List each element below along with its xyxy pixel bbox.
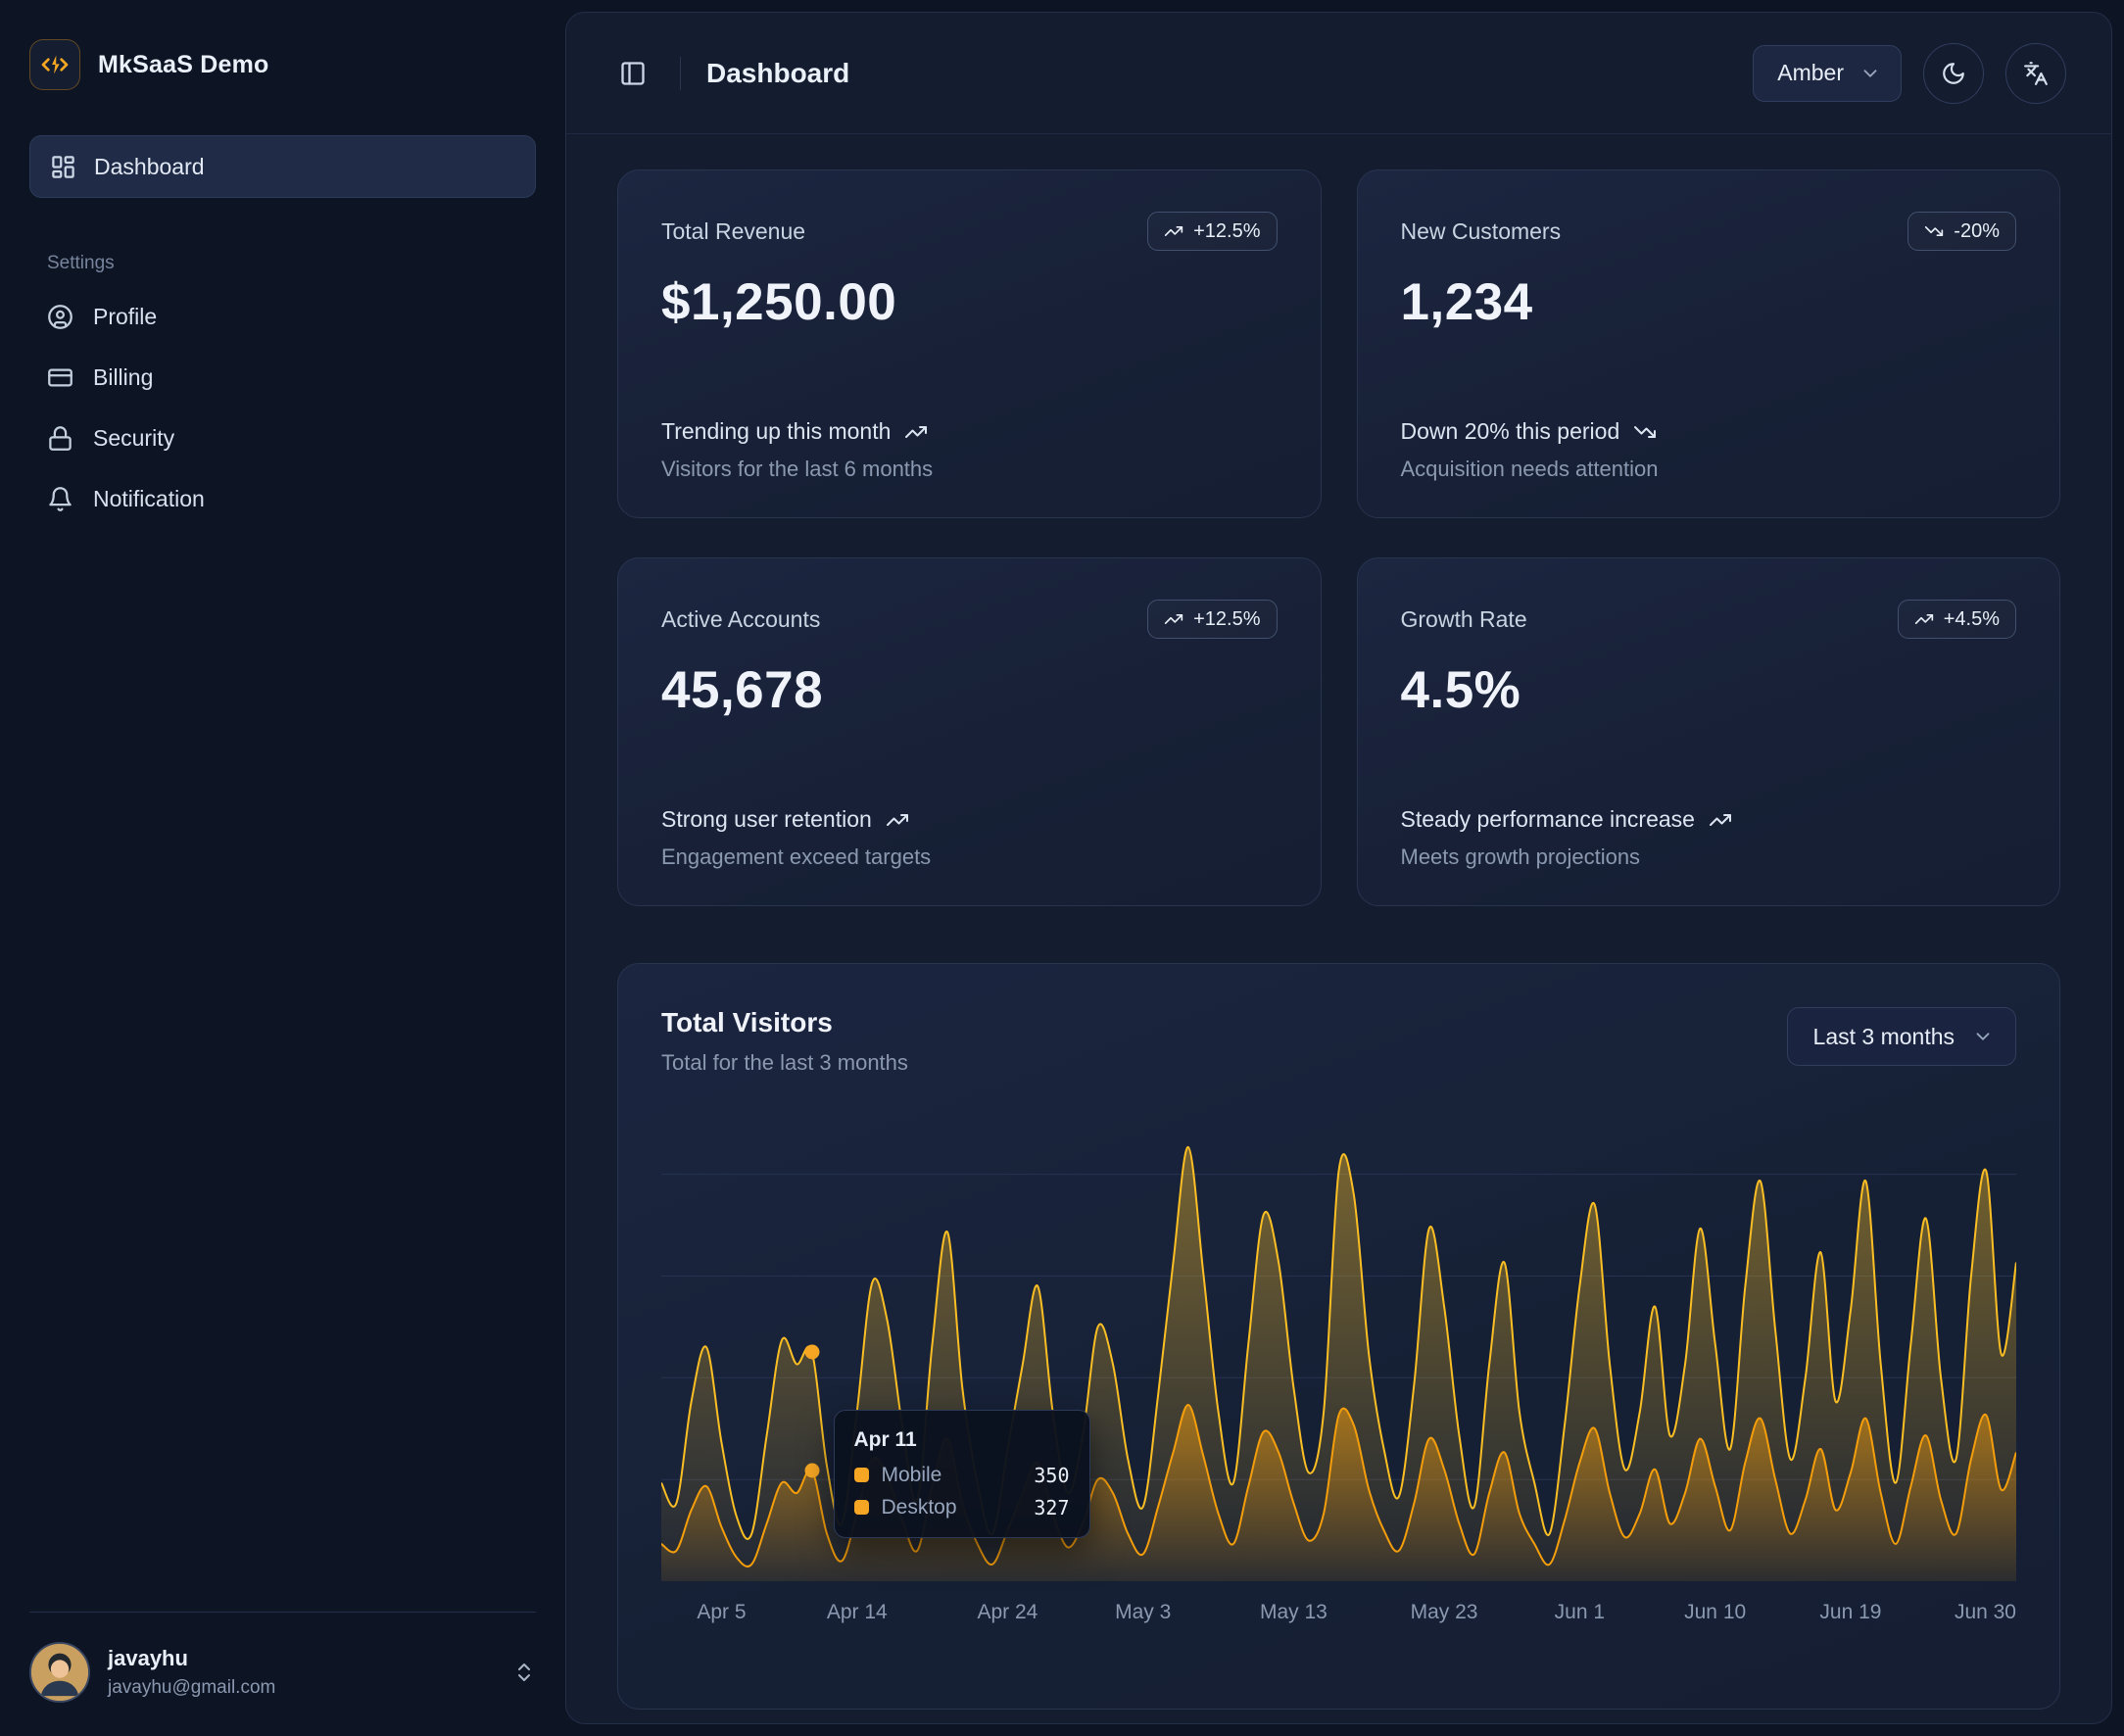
sidebar-item-label: Dashboard: [94, 154, 205, 180]
x-axis: Apr 5 Apr 14 Apr 24 May 3 May 13 May 23 …: [661, 1601, 2016, 1634]
dashboard-icon: [50, 154, 76, 180]
sidebar-section-settings: Settings: [47, 253, 536, 274]
x-axis-label: Apr 14: [827, 1601, 888, 1624]
x-axis-label: Jun 19: [1819, 1601, 1881, 1624]
user-name: javayhu: [108, 1645, 275, 1672]
badge-value: -20%: [1954, 220, 2000, 243]
sidebar-item-label: Notification: [93, 486, 205, 512]
x-axis-label: Apr 5: [697, 1601, 746, 1624]
trending-up-icon: [1709, 808, 1732, 832]
sidebar-item-notification[interactable]: Notification: [29, 468, 536, 529]
divider: [680, 57, 681, 90]
panel-left-icon: [619, 60, 647, 87]
x-axis-label: May 13: [1260, 1601, 1328, 1624]
trend-badge: -20%: [1907, 212, 2016, 251]
badge-value: +4.5%: [1944, 608, 2000, 631]
trend-badge: +12.5%: [1147, 600, 1277, 639]
app-logo-row: MkSaaS Demo: [29, 39, 536, 90]
trending-up-icon: [904, 420, 928, 444]
sidebar-item-security[interactable]: Security: [29, 408, 536, 468]
trending-down-icon: [1924, 221, 1944, 241]
trend-badge: +4.5%: [1898, 600, 2016, 639]
trend-badge: +12.5%: [1147, 212, 1277, 251]
user-menu[interactable]: javayhu javayhu@gmail.com: [29, 1642, 536, 1703]
lock-icon: [47, 425, 73, 452]
divider: [29, 1612, 536, 1613]
stat-value: 1,234: [1401, 272, 2017, 332]
stat-value: 4.5%: [1401, 660, 2017, 720]
theme-select[interactable]: Amber: [1753, 45, 1902, 102]
header-actions: Amber: [1753, 43, 2066, 104]
badge-value: +12.5%: [1193, 608, 1260, 631]
stat-trend-text: Down 20% this period: [1401, 418, 1620, 445]
sidebar: MkSaaS Demo Dashboard Settings Profile B…: [0, 0, 565, 1736]
user-email: javayhu@gmail.com: [108, 1676, 275, 1700]
stat-card-active-accounts: Active Accounts +12.5% 45,678 Strong use…: [617, 557, 1322, 906]
main-header: Dashboard Amber: [566, 13, 2111, 134]
sidebar-item-label: Billing: [93, 364, 153, 391]
x-axis-label: Jun 10: [1684, 1601, 1746, 1624]
stat-trend-text: Strong user retention: [661, 806, 872, 833]
trending-up-icon: [1914, 609, 1934, 629]
visitors-area-chart[interactable]: Apr 11 Mobile 350 Desktop 327: [661, 1140, 2016, 1581]
sidebar-item-profile[interactable]: Profile: [29, 286, 536, 347]
stat-title: Active Accounts: [661, 606, 820, 633]
sidebar-item-label: Profile: [93, 304, 157, 330]
chevron-down-icon: [1859, 63, 1881, 84]
bell-icon: [47, 486, 73, 512]
chart-title: Total Visitors: [661, 1007, 908, 1038]
moon-icon: [1941, 61, 1966, 86]
stats-grid: Total Revenue +12.5% $1,250.00 Trending …: [617, 169, 2060, 906]
user-icon: [47, 304, 73, 330]
time-range-select[interactable]: Last 3 months: [1787, 1007, 2016, 1066]
stat-card-total-revenue: Total Revenue +12.5% $1,250.00 Trending …: [617, 169, 1322, 518]
stat-card-new-customers: New Customers -20% 1,234 Down 20% this p…: [1357, 169, 2061, 518]
chart-canvas: [661, 1140, 2016, 1581]
app-logo-icon: [29, 39, 80, 90]
sidebar-item-billing[interactable]: Billing: [29, 347, 536, 408]
trending-down-icon: [1633, 420, 1657, 444]
stat-subtext: Visitors for the last 6 months: [661, 457, 1278, 482]
x-axis-label: Jun 30: [1955, 1601, 2016, 1624]
stat-value: $1,250.00: [661, 272, 1278, 332]
trending-up-icon: [886, 808, 909, 832]
stat-value: 45,678: [661, 660, 1278, 720]
chevron-down-icon: [1972, 1026, 1994, 1047]
dark-mode-button[interactable]: [1923, 43, 1984, 104]
time-range-value: Last 3 months: [1813, 1024, 1955, 1050]
x-axis-label: Jun 1: [1555, 1601, 1605, 1624]
trending-up-icon: [1164, 221, 1183, 241]
sidebar-item-label: Security: [93, 425, 174, 452]
avatar: [29, 1642, 90, 1703]
languages-icon: [2023, 61, 2049, 86]
chevrons-up-down-icon: [512, 1661, 536, 1684]
x-axis-label: Apr 24: [977, 1601, 1038, 1624]
stat-subtext: Acquisition needs attention: [1401, 457, 2017, 482]
stat-card-growth-rate: Growth Rate +4.5% 4.5% Steady performanc…: [1357, 557, 2061, 906]
app-title: MkSaaS Demo: [98, 51, 269, 79]
sidebar-toggle-button[interactable]: [611, 52, 654, 95]
chart-subtitle: Total for the last 3 months: [661, 1050, 908, 1076]
sidebar-item-dashboard[interactable]: Dashboard: [29, 135, 536, 198]
badge-value: +12.5%: [1193, 220, 1260, 243]
stat-title: Growth Rate: [1401, 606, 1527, 633]
page-title: Dashboard: [706, 58, 849, 89]
stat-subtext: Meets growth projections: [1401, 844, 2017, 870]
credit-card-icon: [47, 364, 73, 391]
stat-title: New Customers: [1401, 218, 1562, 245]
stat-trend-text: Trending up this month: [661, 418, 891, 445]
x-axis-label: May 3: [1115, 1601, 1171, 1624]
total-visitors-card: Total Visitors Total for the last 3 mont…: [617, 963, 2060, 1710]
stat-subtext: Engagement exceed targets: [661, 844, 1278, 870]
stat-trend-text: Steady performance increase: [1401, 806, 1695, 833]
sidebar-footer: javayhu javayhu@gmail.com: [29, 1612, 536, 1703]
stat-title: Total Revenue: [661, 218, 805, 245]
x-axis-label: May 23: [1411, 1601, 1478, 1624]
language-button[interactable]: [2005, 43, 2066, 104]
main-panel: Dashboard Amber: [565, 12, 2112, 1724]
dashboard-content: Total Revenue +12.5% $1,250.00 Trending …: [566, 134, 2111, 1710]
trending-up-icon: [1164, 609, 1183, 629]
theme-select-value: Amber: [1777, 60, 1844, 86]
